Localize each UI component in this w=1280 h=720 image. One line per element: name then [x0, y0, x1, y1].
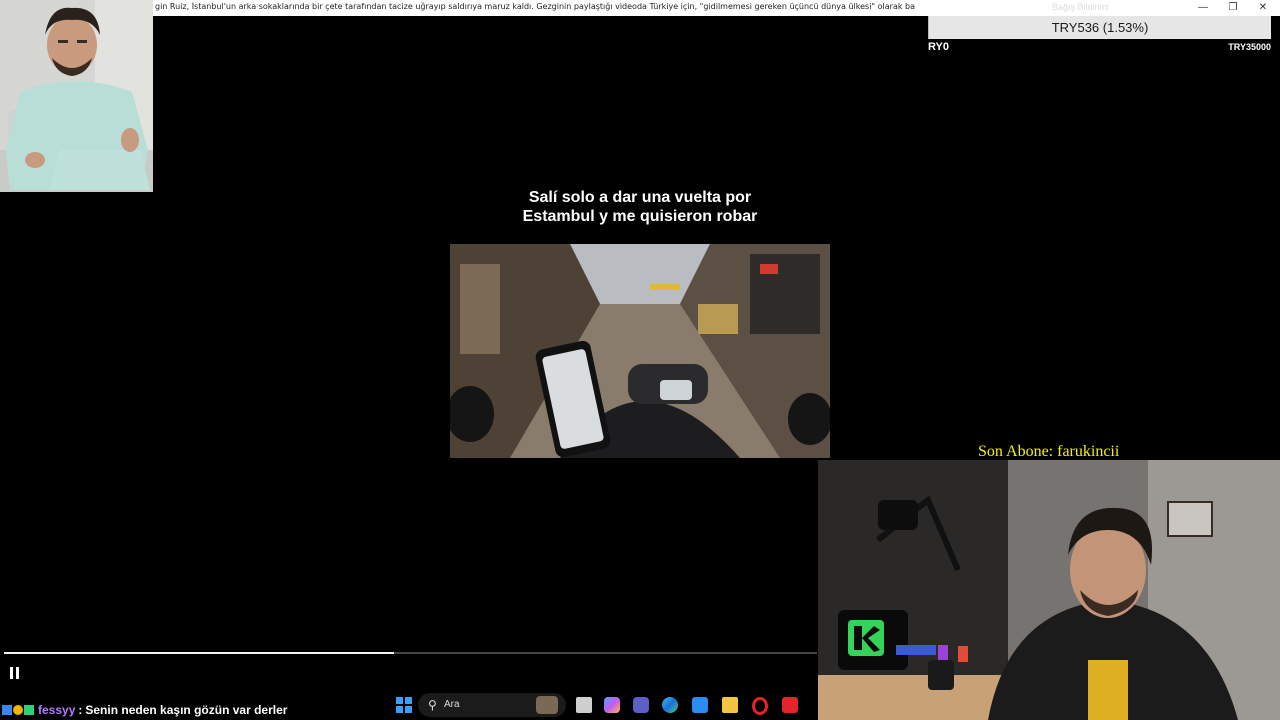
- donation-bar: TRY536 (1.53%): [928, 16, 1271, 39]
- guest-webcam: [0, 0, 153, 192]
- task-view-icon[interactable]: [576, 697, 592, 713]
- donation-goal-target: TRY35000: [1228, 42, 1271, 52]
- window-title-bar: gin Ruiz, İstanbul'un arka sokaklarında …: [0, 0, 1280, 16]
- video-caption: Salí solo a dar una vuelta por Estambul …: [450, 188, 830, 226]
- search-highlight-icon: [536, 696, 558, 714]
- file-explorer-icon[interactable]: [722, 697, 738, 713]
- windows-taskbar: ⚲ Ara: [390, 690, 818, 720]
- video-progress-fill: [4, 652, 395, 654]
- pause-icon: [10, 667, 13, 679]
- edge-icon[interactable]: [662, 697, 678, 713]
- chat-separator: :: [78, 703, 83, 717]
- chat-username[interactable]: fessyy: [38, 703, 75, 717]
- streamer-webcam: [818, 460, 1280, 720]
- caption-line-1: Salí solo a dar una vuelta por: [528, 189, 752, 206]
- app-icon[interactable]: [782, 697, 798, 713]
- copilot-icon[interactable]: [604, 697, 620, 713]
- pause-button[interactable]: [9, 667, 21, 679]
- opera-icon[interactable]: [752, 697, 768, 715]
- last-subscriber-label: Son Abone: farukincii: [978, 443, 1120, 460]
- ghost-title: Bağış Bildirimi: [1052, 2, 1110, 12]
- search-icon: ⚲: [428, 698, 437, 712]
- badge-icon: [13, 705, 23, 715]
- chat-message-text: Senin neden kaşın gözün var derler: [85, 703, 288, 717]
- badge-icon: [2, 705, 12, 715]
- minimize-icon[interactable]: —: [1188, 0, 1218, 16]
- pause-icon-bar: [16, 667, 19, 679]
- donation-goal-start: RY0: [928, 41, 949, 53]
- badge-icon: [24, 705, 34, 715]
- close-icon[interactable]: ✕: [1248, 0, 1278, 16]
- store-icon[interactable]: [692, 697, 708, 713]
- restore-icon[interactable]: ❐: [1218, 0, 1248, 16]
- taskbar-search-placeholder: Ara: [444, 699, 460, 710]
- caption-line-2: Estambul y me quisieron robar: [522, 208, 758, 225]
- video-progress-bar[interactable]: [4, 652, 817, 654]
- window-title: gin Ruiz, İstanbul'un arka sokaklarında …: [155, 2, 915, 11]
- chat-message: fessyy : Senin neden kaşın gözün var der…: [2, 702, 287, 718]
- windows-start-icon[interactable]: [396, 697, 412, 713]
- taskbar-search-box[interactable]: ⚲ Ara: [418, 693, 566, 717]
- donation-amount: TRY536 (1.53%): [1051, 20, 1149, 35]
- teams-icon[interactable]: [633, 697, 649, 713]
- video-frame[interactable]: [450, 244, 830, 458]
